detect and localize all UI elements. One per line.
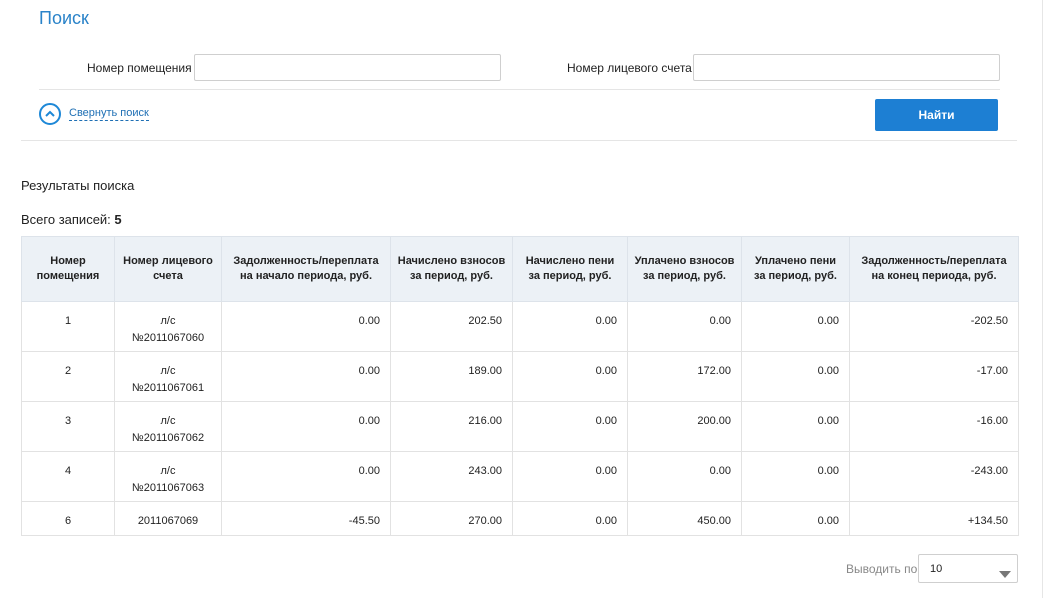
- table-header-row: Номер помещения Номер лицевого счета Зад…: [21, 236, 1019, 302]
- table-cell: 270.00: [390, 501, 513, 536]
- column-header: Уплачено пени за период, руб.: [741, 236, 850, 302]
- table-cell: 0.00: [512, 301, 628, 352]
- column-header: Задолженность/переплата на конец периода…: [849, 236, 1019, 302]
- column-header: Задолженность/переплата на начало период…: [221, 236, 391, 302]
- table-row: 4 л/с №2011067063 0.00 243.00 0.00 0.00 …: [21, 451, 1019, 502]
- table-cell: -16.00: [849, 401, 1019, 452]
- collapse-search-link[interactable]: Свернуть поиск: [69, 107, 149, 121]
- table-cell: 0.00: [512, 501, 628, 536]
- table-cell: 1: [21, 301, 115, 352]
- table-row: 3 л/с №2011067062 0.00 216.00 0.00 200.0…: [21, 401, 1019, 452]
- table-cell: л/с №2011067061: [114, 351, 222, 402]
- table-cell: -243.00: [849, 451, 1019, 502]
- table-cell: +134.50: [849, 501, 1019, 536]
- table-cell: 0.00: [512, 401, 628, 452]
- table-cell: 0.00: [627, 451, 742, 502]
- table-cell: -17.00: [849, 351, 1019, 402]
- column-header: Уплачено взносов за период, руб.: [627, 236, 742, 302]
- table-cell: л/с №2011067062: [114, 401, 222, 452]
- table-row: 2 л/с №2011067061 0.00 189.00 0.00 172.0…: [21, 351, 1019, 402]
- table-cell: -202.50: [849, 301, 1019, 352]
- results-table: Номер помещения Номер лицевого счета Зад…: [21, 236, 1019, 536]
- table-cell: л/с №2011067060: [114, 301, 222, 352]
- table-row: 6 2011067069 -45.50 270.00 0.00 450.00 0…: [21, 501, 1019, 536]
- table-cell: 6: [21, 501, 115, 536]
- table-cell: 0.00: [221, 451, 391, 502]
- table-cell: 0.00: [741, 501, 850, 536]
- search-panel-bottom-border: [21, 140, 1017, 141]
- per-page-label: Выводить по: [846, 562, 918, 576]
- per-page-value: 10: [930, 563, 943, 575]
- premises-number-label: Номер помещения: [87, 61, 192, 75]
- search-title: Поиск: [39, 8, 89, 28]
- table-cell: 0.00: [512, 451, 628, 502]
- table-cell: 243.00: [390, 451, 513, 502]
- account-number-label: Номер лицевого счета: [567, 61, 692, 75]
- table-cell: 0.00: [627, 301, 742, 352]
- table-cell: 4: [21, 451, 115, 502]
- table-cell: 0.00: [221, 401, 391, 452]
- chevron-up-icon[interactable]: [39, 103, 61, 125]
- column-header: Номер лицевого счета: [114, 236, 222, 302]
- table-cell: 2011067069: [114, 501, 222, 536]
- column-header: Начислено пени за период, руб.: [512, 236, 628, 302]
- table-cell: 450.00: [627, 501, 742, 536]
- premises-number-input[interactable]: [194, 54, 501, 81]
- table-cell: 216.00: [390, 401, 513, 452]
- table-cell: 0.00: [741, 301, 850, 352]
- table-cell: 0.00: [741, 401, 850, 452]
- table-cell: 200.00: [627, 401, 742, 452]
- total-records-value: 5: [114, 212, 122, 227]
- column-header: Номер помещения: [21, 236, 115, 302]
- table-cell: 172.00: [627, 351, 742, 402]
- table-cell: 0.00: [741, 351, 850, 402]
- table-cell: л/с №2011067063: [114, 451, 222, 502]
- total-records-label: Всего записей:: [21, 212, 111, 227]
- table-cell: 189.00: [390, 351, 513, 402]
- total-records: Всего записей: 5: [21, 212, 122, 227]
- table-cell: 3: [21, 401, 115, 452]
- table-cell: 2: [21, 351, 115, 402]
- account-number-input[interactable]: [693, 54, 1000, 81]
- scrollbar-track: [1042, 0, 1043, 598]
- per-page-select[interactable]: 10: [918, 554, 1018, 583]
- table-cell: 0.00: [512, 351, 628, 402]
- find-button[interactable]: Найти: [875, 99, 998, 131]
- chevron-down-icon[interactable]: [999, 566, 1011, 584]
- table-row: 1 л/с №2011067060 0.00 202.50 0.00 0.00 …: [21, 301, 1019, 352]
- table-cell: -45.50: [221, 501, 391, 536]
- results-title: Результаты поиска: [21, 178, 135, 193]
- table-cell: 0.00: [221, 351, 391, 402]
- table-cell: 202.50: [390, 301, 513, 352]
- column-header: Начислено взносов за период, руб.: [390, 236, 513, 302]
- table-cell: 0.00: [221, 301, 391, 352]
- table-cell: 0.00: [741, 451, 850, 502]
- search-divider: [39, 89, 1000, 90]
